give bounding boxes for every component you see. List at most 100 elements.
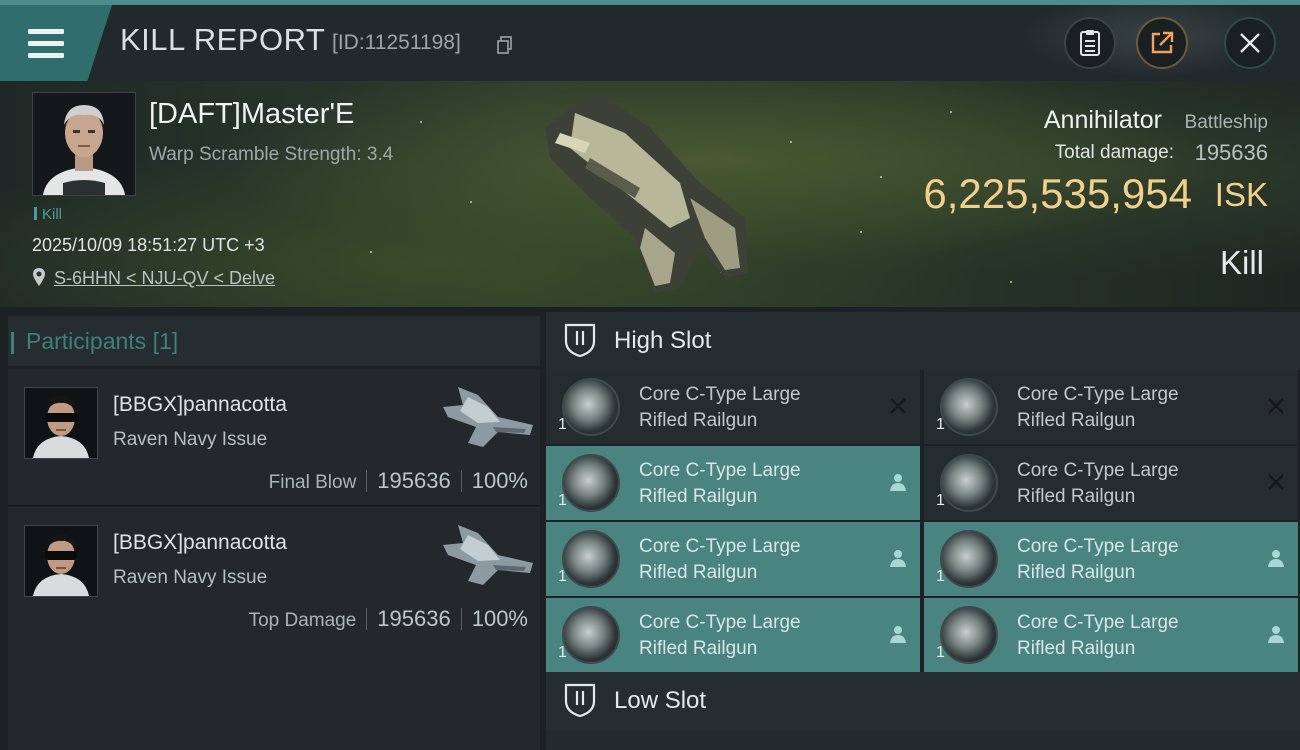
high-slot-module[interactable]: 1 Core C-Type Large Rifled Railgun bbox=[546, 522, 920, 596]
module-name-line1: Core C-Type Large bbox=[1017, 384, 1179, 405]
participants-title: Participants [1] bbox=[10, 328, 179, 355]
module-name-line2: Rifled Railgun bbox=[639, 638, 758, 659]
railgun-icon bbox=[940, 606, 998, 664]
report-id: [ID:11251198] bbox=[332, 31, 461, 54]
participant-ship-image bbox=[443, 525, 533, 585]
participant-avatar bbox=[24, 387, 98, 459]
kill-location-link[interactable]: S-6HHN < NJU-QV < Delve bbox=[54, 268, 275, 289]
module-name: Core C-Type Large Rifled Railgun bbox=[639, 382, 801, 434]
railgun-icon bbox=[940, 454, 998, 512]
module-quantity: 1 bbox=[558, 644, 567, 661]
participant-percent: 100% bbox=[471, 468, 528, 493]
destroyed-icon bbox=[1268, 474, 1284, 490]
participant-card[interactable]: [BBGX]pannacotta Raven Navy Issue Top Da… bbox=[8, 507, 540, 644]
module-name-line2: Rifled Railgun bbox=[639, 562, 758, 583]
participants-label: Participants bbox=[26, 328, 147, 354]
participants-count: [1] bbox=[152, 328, 179, 354]
railgun-icon bbox=[562, 454, 620, 512]
participant-name[interactable]: [BBGX]pannacotta bbox=[113, 531, 287, 555]
close-icon bbox=[1240, 33, 1260, 53]
module-name: Core C-Type Large Rifled Railgun bbox=[1017, 534, 1179, 586]
module-quantity: 1 bbox=[558, 568, 567, 585]
module-name: Core C-Type Large Rifled Railgun bbox=[1017, 382, 1179, 434]
railgun-icon bbox=[562, 606, 620, 664]
victim-ship-image[interactable] bbox=[530, 88, 760, 303]
copy-icon[interactable] bbox=[497, 36, 513, 54]
kill-status: Kill bbox=[1219, 244, 1264, 281]
module-name-line1: Core C-Type Large bbox=[1017, 460, 1179, 481]
module-name-line1: Core C-Type Large bbox=[639, 612, 801, 633]
share-button[interactable] bbox=[1136, 17, 1188, 69]
high-slot-module[interactable]: 1 Core C-Type Large Rifled Railgun bbox=[924, 598, 1298, 672]
railgun-icon bbox=[562, 530, 620, 588]
victim-ship-name: Annihilator bbox=[1043, 106, 1162, 134]
module-quantity: 1 bbox=[936, 644, 945, 661]
module-quantity: 1 bbox=[936, 416, 945, 433]
participant-damage: 195636 bbox=[377, 606, 451, 631]
module-name: Core C-Type Large Rifled Railgun bbox=[1017, 610, 1179, 662]
module-name-line2: Rifled Railgun bbox=[1017, 638, 1136, 659]
module-name-line1: Core C-Type Large bbox=[1017, 536, 1179, 557]
victim-avatar[interactable] bbox=[32, 92, 136, 196]
module-name-line1: Core C-Type Large bbox=[1017, 612, 1179, 633]
victim-name[interactable]: [DAFT]Master'E bbox=[149, 98, 354, 131]
dropped-person-icon bbox=[1268, 626, 1284, 643]
module-name-line2: Rifled Railgun bbox=[1017, 410, 1136, 431]
high-slot-module[interactable]: 1 Core C-Type Large Rifled Railgun bbox=[924, 370, 1298, 444]
high-slot-label: High Slot bbox=[614, 327, 712, 354]
module-quantity: 1 bbox=[558, 492, 567, 509]
participant-percent: 100% bbox=[471, 606, 528, 631]
module-name-line2: Rifled Railgun bbox=[639, 486, 758, 507]
module-name-line1: Core C-Type Large bbox=[639, 536, 801, 557]
high-slot-module[interactable]: 1 Core C-Type Large Rifled Railgun bbox=[546, 370, 920, 444]
kill-tag: Kill bbox=[34, 206, 62, 223]
low-slot-label: Low Slot bbox=[614, 687, 707, 714]
total-damage-value: 195636 bbox=[1194, 140, 1268, 165]
page-title: KILL REPORT bbox=[120, 22, 326, 57]
participant-damage: 195636 bbox=[377, 468, 451, 493]
participant-stats: Top Damage 195636 100% bbox=[249, 606, 528, 632]
dropped-person-icon bbox=[890, 550, 906, 567]
clipboard-icon bbox=[1080, 30, 1100, 56]
low-slot-items-partial bbox=[546, 730, 1300, 750]
dropped-person-icon bbox=[890, 474, 906, 491]
participant-ship-image bbox=[443, 387, 533, 447]
close-button[interactable] bbox=[1224, 17, 1276, 69]
high-slot-module[interactable]: 1 Core C-Type Large Rifled Railgun bbox=[546, 598, 920, 672]
railgun-icon bbox=[562, 378, 620, 436]
module-quantity: 1 bbox=[936, 492, 945, 509]
high-slot-icon bbox=[564, 323, 596, 357]
total-damage-label: Total damage: bbox=[1054, 142, 1174, 163]
participant-name[interactable]: [BBGX]pannacotta bbox=[113, 393, 287, 417]
destroyed-icon bbox=[1268, 398, 1284, 414]
high-slot-module[interactable]: 1 Core C-Type Large Rifled Railgun bbox=[546, 446, 920, 520]
isk-value: 6,225,535,954 bbox=[923, 170, 1192, 217]
module-name-line2: Rifled Railgun bbox=[639, 410, 758, 431]
low-slot-header[interactable]: Low Slot bbox=[546, 672, 1300, 730]
location-pin-icon bbox=[33, 268, 45, 286]
participant-ship: Raven Navy Issue bbox=[113, 567, 268, 588]
menu-icon bbox=[28, 29, 64, 59]
dropped-person-icon bbox=[890, 626, 906, 643]
high-slot-header[interactable]: High Slot bbox=[546, 312, 1300, 370]
module-name: Core C-Type Large Rifled Railgun bbox=[639, 458, 801, 510]
module-name: Core C-Type Large Rifled Railgun bbox=[639, 534, 801, 586]
participants-header[interactable]: Participants [1] bbox=[8, 316, 540, 366]
clipboard-button[interactable] bbox=[1064, 17, 1116, 69]
high-slot-module[interactable]: 1 Core C-Type Large Rifled Railgun bbox=[924, 522, 1298, 596]
low-slot-icon bbox=[564, 683, 596, 717]
module-name-line2: Rifled Railgun bbox=[1017, 562, 1136, 583]
warp-scramble-strength: Warp Scramble Strength: 3.4 bbox=[149, 144, 394, 165]
high-slot-module[interactable]: 1 Core C-Type Large Rifled Railgun bbox=[924, 446, 1298, 520]
module-name: Core C-Type Large Rifled Railgun bbox=[1017, 458, 1179, 510]
railgun-icon bbox=[940, 530, 998, 588]
module-name: Core C-Type Large Rifled Railgun bbox=[639, 610, 801, 662]
participant-avatar bbox=[24, 525, 98, 597]
participant-role: Top Damage bbox=[248, 610, 357, 631]
module-name-line2: Rifled Railgun bbox=[1017, 486, 1136, 507]
dropped-person-icon bbox=[1268, 550, 1284, 567]
module-name-line1: Core C-Type Large bbox=[639, 384, 801, 405]
participant-card[interactable]: [BBGX]pannacotta Raven Navy Issue Final … bbox=[8, 369, 540, 506]
participants-empty-area bbox=[8, 643, 540, 750]
kill-datetime: 2025/10/09 18:51:27 UTC +3 bbox=[32, 235, 265, 255]
